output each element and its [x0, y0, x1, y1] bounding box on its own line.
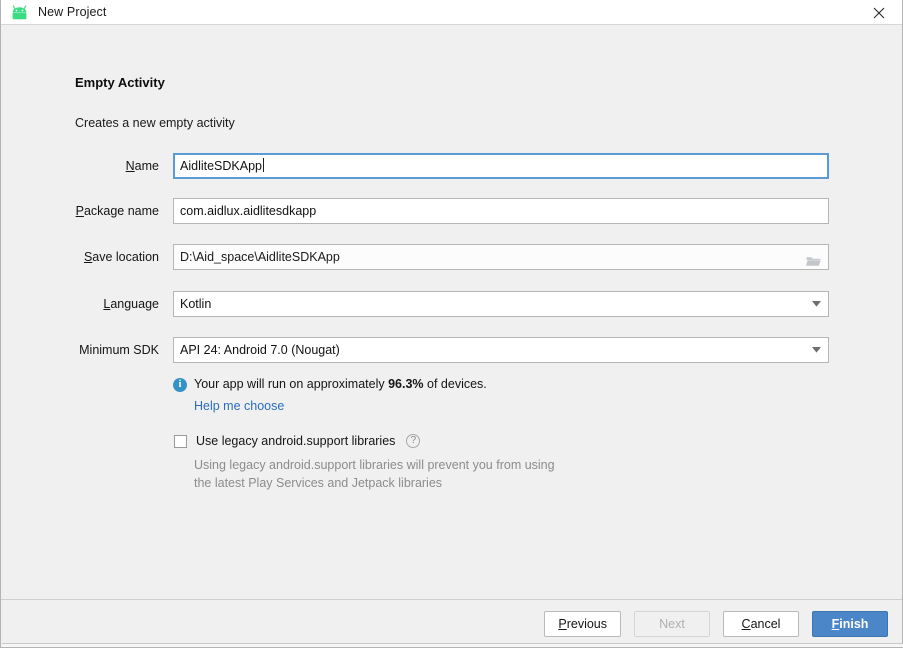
info-icon: i	[173, 378, 187, 392]
legacy-description-line2: the latest Play Services and Jetpack lib…	[194, 476, 443, 490]
question-mark-icon[interactable]: ?	[406, 434, 421, 448]
label-package-name: Package name	[75, 204, 159, 218]
save-location-value: D:\Aid_space\AidliteSDKApp	[180, 250, 340, 264]
legacy-libraries-checkbox-row[interactable]: Use legacy android.support libraries ?	[174, 434, 421, 448]
dialog-footer: Previous Next Cancel Finish	[1, 599, 902, 647]
page-subtitle: Creates a new empty activity	[75, 116, 235, 130]
android-robot-icon	[10, 4, 29, 20]
dialog-body: Empty Activity Creates a new empty activ…	[1, 25, 902, 599]
legacy-libraries-description: Using legacy android.support libraries w…	[194, 456, 614, 492]
legacy-description-line1: Using legacy android.support libraries w…	[194, 458, 555, 472]
background-window-edge	[2, 643, 903, 647]
form-row-name: Name AidliteSDKApp	[1, 153, 902, 179]
page-title: Empty Activity	[75, 75, 165, 90]
minimum-sdk-combobox[interactable]: API 24: Android 7.0 (Nougat)	[173, 337, 829, 363]
previous-button[interactable]: Previous	[544, 610, 621, 637]
legacy-libraries-checkbox[interactable]	[174, 434, 187, 448]
name-input-value: AidliteSDKApp	[180, 159, 262, 173]
language-combobox[interactable]: Kotlin	[173, 291, 829, 317]
package-name-input[interactable]: com.aidlux.aidlitesdkapp	[173, 198, 829, 224]
chevron-down-icon[interactable]	[805, 339, 827, 361]
label-save-location: Save location	[83, 250, 159, 264]
package-name-value: com.aidlux.aidlitesdkapp	[180, 204, 317, 218]
name-input[interactable]: AidliteSDKApp	[173, 153, 829, 179]
folder-browse-icon[interactable]	[805, 251, 821, 266]
chevron-down-icon[interactable]	[805, 293, 827, 315]
form-row-save-location: Save location D:\Aid_space\AidliteSDKApp	[1, 244, 902, 270]
finish-button[interactable]: Finish	[812, 610, 888, 637]
text-caret	[263, 158, 264, 172]
coverage-text-before: Your app will run on approximately	[194, 377, 389, 391]
help-me-choose-link[interactable]: Help me choose	[194, 399, 284, 413]
save-location-input[interactable]: D:\Aid_space\AidliteSDKApp	[173, 244, 829, 270]
form-row-language: Language Kotlin	[1, 291, 902, 317]
legacy-libraries-label: Use legacy android.support libraries	[196, 434, 396, 448]
coverage-text-after: of devices.	[423, 377, 487, 391]
device-coverage-info: i Your app will run on approximately 96.…	[173, 377, 487, 392]
new-project-dialog: New Project Empty Activity Creates a new…	[0, 0, 903, 648]
dialog-titlebar: New Project	[1, 0, 902, 25]
language-value: Kotlin	[180, 297, 212, 311]
form-row-minimum-sdk: Minimum SDK API 24: Android 7.0 (Nougat)	[1, 337, 902, 363]
label-language: Language	[103, 297, 159, 311]
label-name: Name	[125, 159, 159, 173]
next-button[interactable]: Next	[634, 610, 710, 637]
device-coverage-text: Your app will run on approximately 96.3%…	[194, 377, 487, 391]
cancel-button[interactable]: Cancel	[723, 610, 799, 637]
close-icon[interactable]	[856, 0, 902, 25]
minimum-sdk-value: API 24: Android 7.0 (Nougat)	[180, 343, 340, 357]
form-row-package-name: Package name com.aidlux.aidlitesdkapp	[1, 198, 902, 224]
label-minimum-sdk: Minimum SDK	[79, 343, 159, 357]
window-title: New Project	[38, 5, 107, 19]
coverage-percent: 96.3%	[388, 377, 424, 391]
